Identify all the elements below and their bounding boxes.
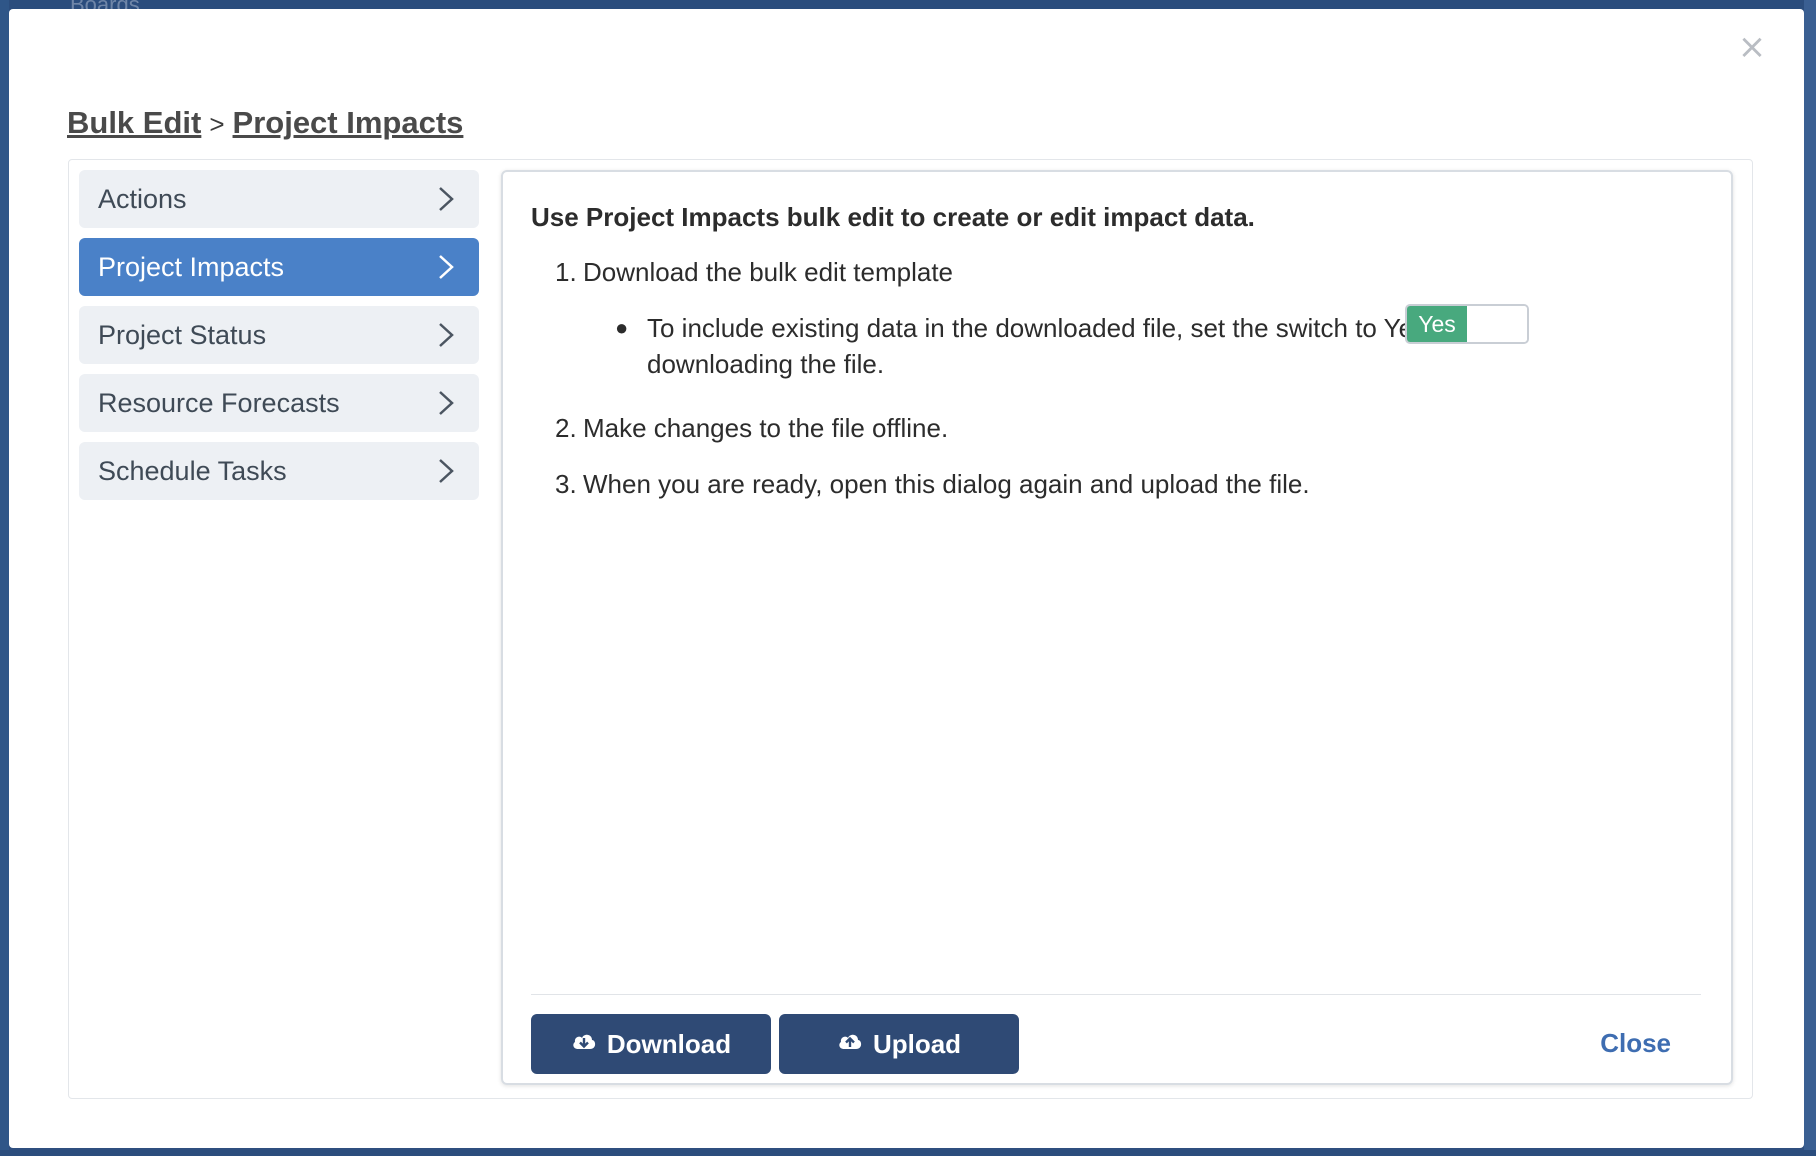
- sidebar-item-schedule-tasks[interactable]: Schedule Tasks: [79, 442, 479, 500]
- footer-divider: [531, 994, 1701, 995]
- breadcrumb: Bulk Edit > Project Impacts: [67, 105, 463, 141]
- sidebar-item-label: Schedule Tasks: [98, 455, 287, 486]
- step-number: 3.: [555, 469, 577, 499]
- bullet-icon: ●: [615, 315, 629, 340]
- chevron-right-icon: [435, 456, 457, 486]
- chevron-right-icon: [435, 388, 457, 418]
- upload-button-label: Upload: [872, 1028, 962, 1059]
- sidebar-item-project-impacts[interactable]: Project Impacts: [79, 238, 479, 296]
- sidebar-item-resource-forecasts[interactable]: Resource Forecasts: [79, 374, 479, 432]
- chevron-right-icon: [435, 252, 457, 282]
- sidebar-item-label: Project Impacts: [98, 251, 285, 282]
- step-text: Download the bulk edit template: [583, 257, 954, 287]
- cloud-upload-icon: [837, 1029, 863, 1060]
- step-text: When you are ready, open this dialog aga…: [583, 469, 1310, 499]
- step-text: Make changes to the file offline.: [583, 413, 949, 443]
- step-number: 2.: [555, 413, 577, 443]
- download-button-label: Download: [606, 1028, 732, 1059]
- breadcrumb-bulk-edit-link[interactable]: Bulk Edit: [67, 105, 201, 140]
- close-button[interactable]: Close: [1600, 1028, 1671, 1059]
- toggle-on-label: Yes: [1407, 306, 1467, 342]
- list-item: 1. Download the bulk edit template: [555, 254, 1705, 290]
- chevron-right-icon: [435, 184, 457, 214]
- bulk-edit-modal: × Bulk Edit > Project Impacts Actions Proj…: [9, 9, 1804, 1148]
- app-background-left: [0, 0, 9, 1156]
- step-number: 1.: [555, 257, 577, 287]
- chevron-right-icon: [435, 320, 457, 350]
- breadcrumb-project-impacts-link[interactable]: Project Impacts: [233, 105, 464, 140]
- sidebar-item-project-status[interactable]: Project Status: [79, 306, 479, 364]
- sidebar-item-label: Actions: [98, 183, 187, 214]
- app-background-right: [1804, 0, 1816, 1156]
- upload-button[interactable]: Upload: [779, 1014, 1019, 1074]
- sub-list-item: ● To include existing data in the downlo…: [615, 310, 1705, 382]
- app-background-bottom: [0, 1150, 1816, 1156]
- sidebar-item-label: Project Status: [98, 319, 267, 350]
- download-button[interactable]: Download: [531, 1014, 771, 1074]
- list-item: 2. Make changes to the file offline.: [555, 410, 1705, 446]
- intro-text: Use Project Impacts bulk edit to create …: [531, 202, 1255, 232]
- sidebar: Actions Project Impacts Project Status R…: [79, 170, 479, 510]
- content-panel: Use Project Impacts bulk edit to create …: [501, 170, 1733, 1085]
- modal-body: Actions Project Impacts Project Status R…: [68, 159, 1753, 1099]
- breadcrumb-separator: >: [209, 109, 225, 139]
- include-data-toggle[interactable]: Yes: [1405, 304, 1529, 344]
- sidebar-item-actions[interactable]: Actions: [79, 170, 479, 228]
- close-icon[interactable]: ×: [1736, 30, 1768, 64]
- toggle-off-track: [1467, 306, 1527, 342]
- cloud-download-icon: [571, 1029, 597, 1060]
- sidebar-item-label: Resource Forecasts: [98, 387, 340, 418]
- steps-list: 1. Download the bulk edit template ● To …: [555, 254, 1705, 522]
- list-item: 3. When you are ready, open this dialog …: [555, 466, 1705, 502]
